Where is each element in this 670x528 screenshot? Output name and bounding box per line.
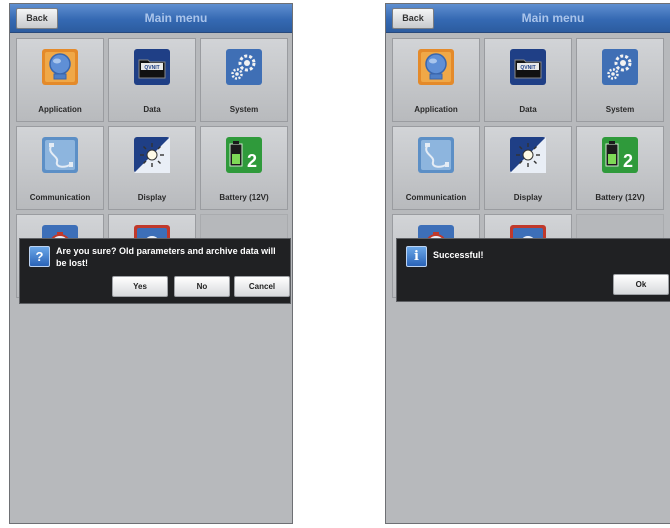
confirm-dialog: ? Are you sure? Old parameters and archi…: [19, 238, 291, 304]
application-icon: [42, 49, 78, 85]
top-bar: Back Main menu: [10, 4, 292, 33]
screen-title: Main menu: [144, 11, 208, 25]
tile-label: Data: [519, 105, 537, 114]
back-button[interactable]: Back: [392, 8, 434, 29]
tile-display[interactable]: Display: [484, 126, 572, 210]
tile-system[interactable]: System: [200, 38, 288, 122]
battery-icon-number: 2: [247, 151, 257, 171]
tile-label: Communication: [29, 193, 91, 202]
tile-application[interactable]: Application: [392, 38, 480, 122]
tile-display[interactable]: Display: [108, 126, 196, 210]
system-gear-icon: [602, 49, 638, 85]
cancel-button[interactable]: Cancel: [234, 276, 290, 297]
tile-communication[interactable]: Communication: [16, 126, 104, 210]
tile-label: Battery (12V): [595, 193, 645, 202]
tile-communication[interactable]: Communication: [392, 126, 480, 210]
success-dialog: i Successful! Ok: [396, 238, 670, 302]
data-folder-icon: QVNIT: [134, 49, 170, 85]
tile-data[interactable]: QVNIT Data: [108, 38, 196, 122]
tile-data[interactable]: QVNIT Data: [484, 38, 572, 122]
main-menu-screen-confirm: Back Main menu Application QVNIT Data Sy…: [9, 3, 293, 524]
screen-title: Main menu: [521, 11, 585, 25]
application-icon: [418, 49, 454, 85]
system-gear-icon: [226, 49, 262, 85]
data-folder-icon: QVNIT: [510, 49, 546, 85]
question-icon: ?: [29, 246, 50, 267]
tile-label: Display: [513, 193, 543, 202]
back-button[interactable]: Back: [16, 8, 58, 29]
tile-label: Communication: [405, 193, 467, 202]
data-icon-text: QVNIT: [144, 65, 159, 71]
ok-button[interactable]: Ok: [613, 274, 669, 295]
dialog-message: Successful!: [433, 250, 484, 260]
tile-label: Application: [414, 105, 458, 114]
tile-battery[interactable]: 2 Battery (12V): [576, 126, 664, 210]
battery-icon: 2: [226, 137, 262, 173]
tile-label: Application: [38, 105, 82, 114]
communication-icon: [418, 137, 454, 173]
info-icon: i: [406, 246, 427, 267]
battery-icon: 2: [602, 137, 638, 173]
display-brightness-icon: [134, 137, 170, 173]
tile-label: System: [605, 105, 635, 114]
battery-icon-number: 2: [623, 151, 633, 171]
data-icon-text: QVNIT: [520, 65, 535, 71]
yes-button[interactable]: Yes: [112, 276, 168, 297]
tile-battery[interactable]: 2 Battery (12V): [200, 126, 288, 210]
display-brightness-icon: [510, 137, 546, 173]
tile-label: Display: [137, 193, 167, 202]
top-bar: Back Main menu: [386, 4, 670, 33]
no-button[interactable]: No: [174, 276, 230, 297]
tile-label: Battery (12V): [219, 193, 269, 202]
tile-system[interactable]: System: [576, 38, 664, 122]
communication-icon: [42, 137, 78, 173]
main-menu-screen-success: Back Main menu Application QVNIT Data Sy…: [385, 3, 670, 524]
tile-label: System: [229, 105, 259, 114]
dialog-message: Are you sure? Old parameters and archive…: [56, 246, 276, 268]
tile-application[interactable]: Application: [16, 38, 104, 122]
tile-label: Data: [143, 105, 161, 114]
